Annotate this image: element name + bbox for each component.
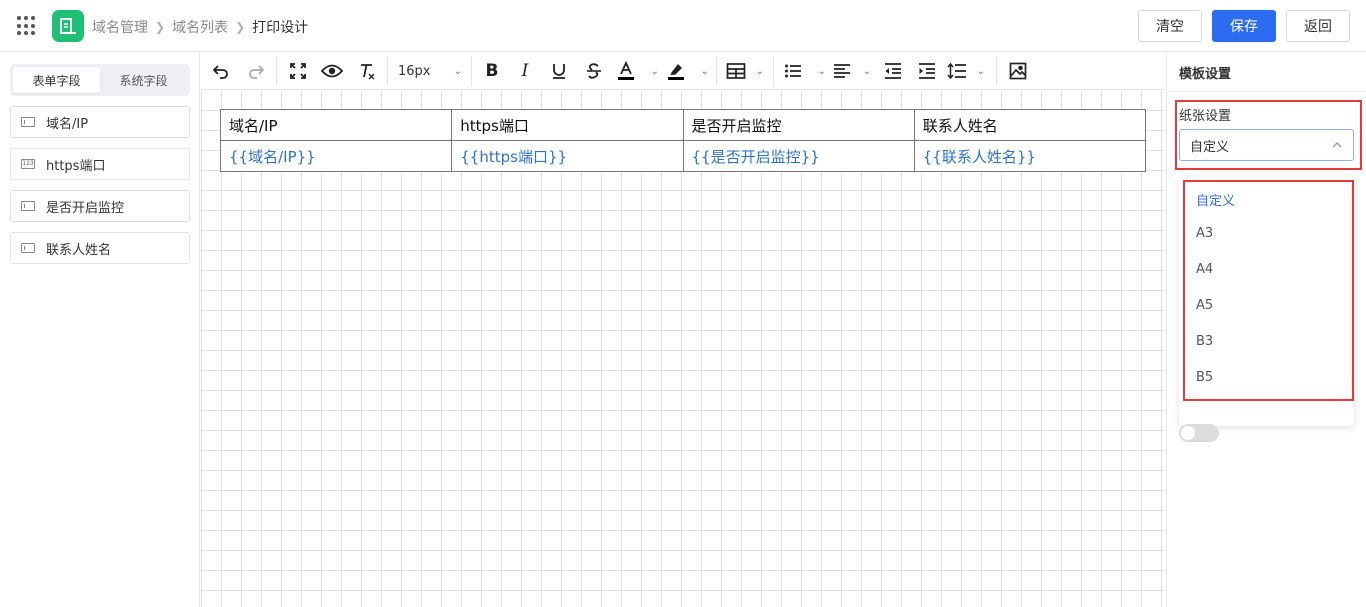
line-height-icon[interactable]: ⌄ — [947, 60, 985, 82]
table-icon[interactable]: ⌄ — [726, 60, 764, 82]
preview-icon[interactable] — [320, 60, 344, 82]
field-panel: 表单字段 系统字段 域名/IP 123 https端口 是否开启监控 联系人姓名 — [0, 52, 200, 607]
toolbar-divider — [471, 56, 472, 86]
font-size-value: 16px — [398, 63, 431, 79]
paper-size-select[interactable]: 自定义 — [1179, 129, 1354, 161]
text-field-icon — [21, 117, 35, 127]
field-item-domain[interactable]: 域名/IP — [10, 106, 190, 138]
chevron-down-icon: ⌄ — [976, 65, 985, 77]
image-icon[interactable] — [1007, 60, 1029, 82]
strikethrough-icon[interactable] — [583, 60, 605, 82]
back-button[interactable]: 返回 — [1286, 10, 1350, 42]
breadcrumb: 域名管理 ❯ 域名列表 ❯ 打印设计 — [92, 17, 308, 37]
font-size-select[interactable]: 16px ⌄ — [398, 60, 462, 82]
chevron-down-icon: ⌄ — [700, 65, 709, 77]
paper-size-value: 自定义 — [1190, 139, 1230, 155]
tab-form-fields[interactable]: 表单字段 — [13, 67, 100, 93]
chevron-down-icon: ⌄ — [817, 65, 826, 77]
italic-icon[interactable]: I — [514, 60, 536, 82]
breadcrumb-current: 打印设计 — [252, 20, 309, 36]
chevron-down-icon: ⌄ — [755, 65, 764, 77]
clear-format-icon[interactable] — [356, 60, 378, 82]
table-placeholder-cell[interactable]: {{是否开启监控}} — [682, 140, 915, 172]
top-header: 域名管理 ❯ 域名列表 ❯ 打印设计 清空 保存 返回 — [0, 0, 1366, 52]
dropdown-option[interactable]: 自定义 — [1196, 190, 1235, 209]
font-color-icon[interactable]: ⌄ — [617, 60, 659, 82]
bullet-list-icon[interactable]: ⌄ — [784, 60, 826, 82]
dropdown-option[interactable]: A4 — [1196, 262, 1213, 277]
chevron-down-icon: ⌄ — [862, 65, 871, 77]
breadcrumb-item[interactable]: 域名列表 — [172, 17, 228, 37]
toolbar-divider — [716, 56, 717, 86]
clear-button[interactable]: 清空 — [1138, 10, 1202, 42]
divider — [1167, 91, 1366, 92]
app-grid-icon[interactable] — [17, 16, 37, 36]
underline-icon[interactable] — [548, 60, 570, 82]
table-header-cell[interactable]: 是否开启监控 — [682, 109, 915, 141]
table-header-cell[interactable]: 域名/IP — [219, 109, 453, 141]
highlight-icon[interactable]: ⌄ — [667, 60, 709, 82]
text-field-icon — [21, 201, 35, 211]
field-label: 是否开启监控 — [46, 200, 125, 216]
design-canvas[interactable]: 域名/IP https端口 是否开启监控 联系人姓名 {{域名/IP}} {{h… — [201, 91, 1165, 607]
number-field-icon: 123 — [21, 159, 35, 169]
save-button[interactable]: 保存 — [1212, 10, 1276, 42]
align-left-icon[interactable]: ⌄ — [833, 60, 871, 82]
text-field-icon — [21, 243, 35, 253]
table-placeholder-cell[interactable]: {{联系人姓名}} — [913, 140, 1147, 172]
dropdown-option[interactable]: B5 — [1196, 370, 1213, 385]
dropdown-option[interactable]: B3 — [1196, 334, 1213, 349]
toggle-switch[interactable] — [1179, 424, 1219, 442]
field-tabs: 表单字段 系统字段 — [10, 64, 190, 96]
dropdown-option[interactable]: A5 — [1196, 298, 1213, 313]
chevron-right-icon: ❯ — [155, 20, 166, 34]
table-header-cell[interactable]: https端口 — [451, 109, 684, 141]
breadcrumb-item[interactable]: 域名管理 — [92, 17, 148, 37]
toolbar-divider — [773, 56, 774, 86]
toolbar-divider — [276, 56, 277, 86]
bold-icon[interactable]: B — [481, 60, 503, 82]
dropdown-option[interactable]: A3 — [1196, 226, 1213, 241]
indent-icon[interactable] — [916, 60, 938, 82]
tab-system-fields[interactable]: 系统字段 — [100, 67, 187, 93]
field-label: 联系人姓名 — [46, 242, 112, 258]
redo-icon[interactable] — [245, 60, 267, 82]
paper-setting-label: 纸张设置 — [1179, 109, 1232, 124]
toolbar-divider — [996, 56, 997, 86]
template-settings-panel: 模板设置 纸张设置 自定义 自定义 A3 A4 A5 B3 B5 — [1166, 52, 1366, 607]
panel-title: 模板设置 — [1179, 67, 1232, 82]
toolbar-divider — [387, 56, 388, 86]
editor-toolbar: 16px ⌄ B I ⌄ ⌄ ⌄ ⌄ ⌄ ⌄ — [201, 52, 1165, 90]
chevron-up-icon — [1331, 139, 1343, 155]
app-logo-icon — [52, 10, 84, 42]
highlight-box — [1183, 180, 1354, 401]
outdent-icon[interactable] — [882, 60, 904, 82]
chevron-right-icon: ❯ — [235, 20, 246, 34]
print-table[interactable]: 域名/IP https端口 是否开启监控 联系人姓名 {{域名/IP}} {{h… — [219, 109, 1147, 172]
chevron-down-icon: ⌄ — [650, 65, 659, 77]
field-item-contact[interactable]: 联系人姓名 — [10, 232, 190, 264]
fullscreen-icon[interactable] — [287, 60, 309, 82]
table-header-cell[interactable]: 联系人姓名 — [913, 109, 1147, 141]
table-placeholder-cell[interactable]: {{域名/IP}} — [219, 140, 453, 172]
chevron-down-icon: ⌄ — [453, 65, 462, 77]
table-placeholder-cell[interactable]: {{https端口}} — [451, 140, 684, 172]
undo-icon[interactable] — [210, 60, 232, 82]
field-label: 域名/IP — [46, 116, 89, 132]
field-item-https-port[interactable]: 123 https端口 — [10, 148, 190, 180]
field-item-monitor[interactable]: 是否开启监控 — [10, 190, 190, 222]
field-label: https端口 — [46, 158, 106, 174]
